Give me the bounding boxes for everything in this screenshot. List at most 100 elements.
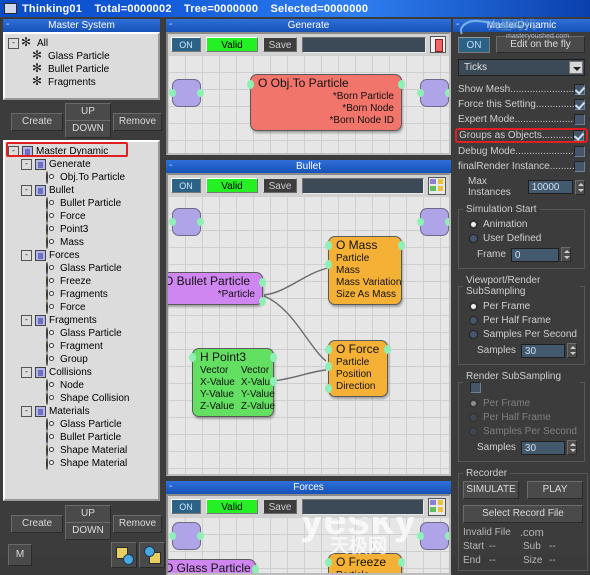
tree-item[interactable]: - Collisions bbox=[8, 366, 158, 379]
tree-item[interactable]: Fragment bbox=[8, 340, 158, 353]
node-pin-vector-out[interactable] bbox=[270, 377, 277, 386]
radio-icon[interactable] bbox=[469, 329, 478, 339]
node-pin-out[interactable] bbox=[398, 558, 405, 567]
setting-row[interactable]: Debug Mode......................... bbox=[458, 144, 585, 159]
node-port[interactable]: Vector bbox=[200, 365, 235, 377]
tree-item[interactable]: Glass Particle bbox=[8, 418, 158, 431]
forces-grid[interactable]: O Glass Particle O Freeze Particle bbox=[168, 517, 449, 573]
node-port[interactable]: *Born Particle bbox=[258, 91, 394, 103]
checkbox-icon[interactable] bbox=[574, 146, 585, 157]
node-pin-out[interactable] bbox=[270, 353, 277, 362]
node-pin-particle-in[interactable] bbox=[325, 362, 332, 371]
tree-item[interactable]: - Materials bbox=[8, 405, 158, 418]
radio-icon[interactable] bbox=[469, 426, 478, 436]
m-button[interactable]: M bbox=[8, 544, 32, 566]
forces-valid-button[interactable]: Valid bbox=[206, 499, 258, 514]
node-port[interactable]: Z-Value bbox=[200, 401, 235, 413]
tree-item[interactable]: Node bbox=[8, 379, 158, 392]
radio-render-per-half-frame[interactable]: Per Half Frame bbox=[463, 410, 580, 424]
remove-dynamic-button[interactable]: Remove bbox=[113, 515, 162, 533]
bullet-save-button[interactable]: Save bbox=[263, 178, 297, 193]
render-samples-stepper[interactable] bbox=[566, 440, 577, 455]
node-pin-in[interactable] bbox=[189, 353, 196, 362]
tree-item[interactable]: Bullet Particle bbox=[8, 431, 158, 444]
ticks-dropdown[interactable]: Ticks bbox=[458, 59, 585, 76]
create-dynamic-button[interactable]: Create bbox=[11, 515, 63, 533]
tree-item[interactable]: Glass Particle bbox=[8, 262, 158, 275]
tree-item[interactable]: Bullet Particle bbox=[8, 62, 158, 76]
up-button[interactable]: UP bbox=[65, 103, 111, 121]
tree-item[interactable]: Force bbox=[8, 210, 158, 223]
generate-name-input[interactable] bbox=[302, 36, 426, 53]
radio-icon[interactable] bbox=[469, 233, 478, 243]
radio-samples-per-second[interactable]: Samples Per Second bbox=[463, 327, 580, 341]
output-port-right[interactable] bbox=[417, 522, 449, 550]
save-export-icon[interactable] bbox=[139, 542, 165, 568]
node-port[interactable]: X-Value bbox=[200, 377, 235, 389]
node-pin-out[interactable] bbox=[384, 345, 391, 354]
node-freeze[interactable]: O Freeze Particle bbox=[325, 553, 405, 573]
layout-icon[interactable] bbox=[428, 176, 446, 195]
node-pin-in[interactable] bbox=[325, 241, 332, 250]
node-pin-out[interactable] bbox=[398, 241, 405, 250]
viewport-samples-input[interactable]: 30 bbox=[520, 343, 565, 358]
tree-item[interactable]: Freeze bbox=[8, 275, 158, 288]
bullet-on-button[interactable]: ON bbox=[171, 178, 201, 193]
tree-item[interactable]: Shape Material bbox=[8, 457, 158, 470]
forces-name-input[interactable] bbox=[302, 498, 424, 515]
tree-item[interactable]: Glass Particle bbox=[8, 49, 158, 63]
tree-expander[interactable]: - bbox=[8, 146, 19, 157]
node-pin-particle-in[interactable] bbox=[325, 260, 332, 269]
tree-item[interactable]: Mass bbox=[8, 236, 158, 249]
tree-item[interactable]: - Generate bbox=[8, 158, 158, 171]
node-port[interactable]: *Born Node ID bbox=[258, 115, 394, 127]
edit-on-the-fly-button[interactable]: Edit on the fly bbox=[496, 36, 585, 53]
tree-item[interactable]: -All bbox=[8, 36, 158, 50]
select-record-file-button[interactable]: Select Record File bbox=[463, 505, 583, 523]
tree-expander[interactable]: - bbox=[8, 38, 19, 49]
node-pin-out[interactable] bbox=[398, 80, 405, 89]
node-glass-particle[interactable]: O Glass Particle bbox=[168, 559, 259, 573]
tree-item[interactable]: Fragments bbox=[8, 288, 158, 301]
tree-item[interactable]: Fragments bbox=[8, 75, 158, 89]
master-system-tree[interactable]: -AllGlass Particle Bullet Particle Fragmen… bbox=[3, 32, 160, 100]
node-obj-to-particle[interactable]: O Obj.To Particle *Born Particle *Born N… bbox=[247, 74, 405, 131]
radio-user-defined[interactable]: User Defined bbox=[463, 231, 580, 245]
radio-icon[interactable] bbox=[469, 412, 478, 422]
radio-icon[interactable] bbox=[469, 315, 478, 325]
node-port[interactable]: Y-Value bbox=[200, 389, 235, 401]
node-pin-out[interactable] bbox=[252, 565, 259, 573]
generate-collapse-button[interactable]: - bbox=[169, 19, 172, 31]
node-pin-out[interactable] bbox=[259, 278, 266, 287]
master-system-collapse-button[interactable]: - bbox=[6, 19, 9, 31]
simulate-button[interactable]: SIMULATE bbox=[463, 481, 519, 499]
frame-input[interactable]: 0 bbox=[510, 247, 559, 262]
max-instances-stepper[interactable] bbox=[575, 179, 585, 195]
max-instances-input[interactable]: 10000 bbox=[527, 180, 573, 194]
tree-item[interactable]: Glass Particle bbox=[8, 327, 158, 340]
tree-item[interactable]: - Master Dynamic bbox=[8, 145, 158, 158]
node-pin-in[interactable] bbox=[247, 80, 254, 89]
layout-icon[interactable] bbox=[428, 497, 446, 516]
tree-expander[interactable]: - bbox=[21, 159, 32, 170]
masterdynamic-collapse-button[interactable]: - bbox=[456, 19, 459, 31]
tree-item[interactable]: Bullet Particle bbox=[8, 197, 158, 210]
stop-icon[interactable] bbox=[430, 36, 446, 53]
input-port-left[interactable] bbox=[169, 208, 204, 236]
setting-row[interactable]: Show Mesh........................... bbox=[458, 82, 585, 97]
masterdynamic-on-button[interactable]: ON bbox=[458, 36, 490, 53]
checkbox-icon[interactable] bbox=[574, 99, 585, 110]
chevron-down-icon[interactable] bbox=[569, 61, 583, 74]
checkbox-icon[interactable] bbox=[573, 130, 584, 141]
bullet-valid-button[interactable]: Valid bbox=[206, 178, 258, 193]
node-port[interactable]: Particle bbox=[336, 570, 394, 573]
node-port[interactable]: Particle bbox=[336, 357, 380, 369]
tree-item[interactable]: Force bbox=[8, 301, 158, 314]
radio-icon[interactable] bbox=[469, 219, 478, 229]
node-port[interactable]: Mass Variation bbox=[336, 277, 401, 289]
node-point3[interactable]: H Point3 Vector X-Value Y-Value Z-Value … bbox=[189, 348, 277, 417]
node-port[interactable]: Position bbox=[336, 369, 380, 381]
node-bullet-particle[interactable]: O Bullet Particle *Particle bbox=[168, 272, 266, 306]
bullet-grid[interactable]: O Bullet Particle *Particle O Mass Parti… bbox=[168, 196, 449, 474]
output-port-right[interactable] bbox=[417, 208, 449, 236]
